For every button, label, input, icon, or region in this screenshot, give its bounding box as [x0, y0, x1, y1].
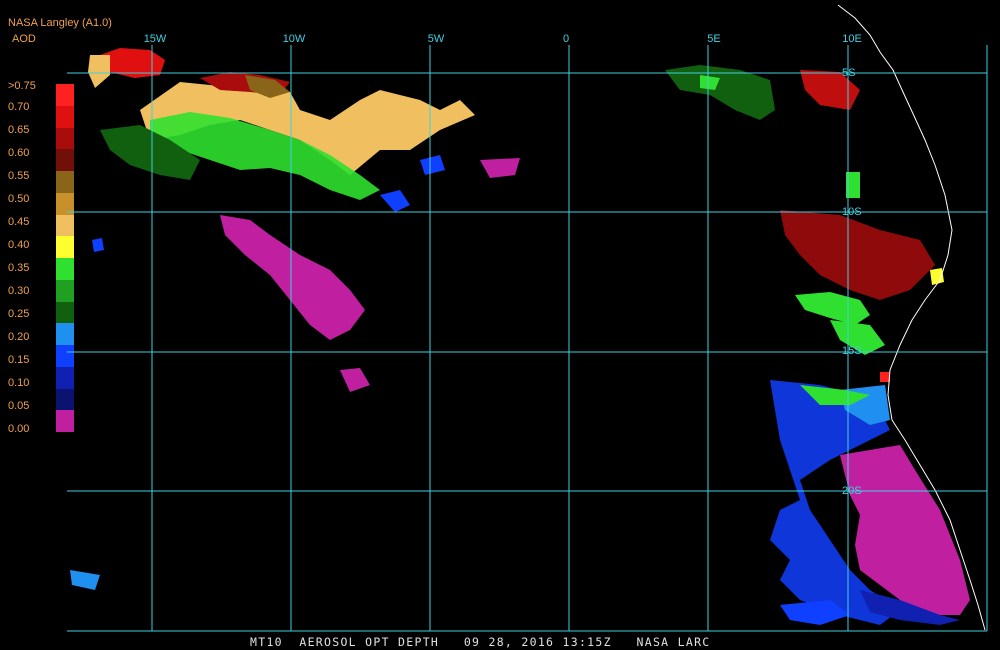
- plume-red-small: [880, 372, 890, 382]
- footer-caption: MT10 AEROSOL OPT DEPTH 09 28, 2016 13:15…: [250, 635, 711, 649]
- plume-yellow-coast: [930, 268, 944, 285]
- plume-magenta-east: [480, 158, 520, 178]
- plume-tan-nw: [88, 55, 110, 88]
- plume-magenta-south: [340, 368, 370, 392]
- plume-blue-west: [92, 238, 104, 252]
- lon-label-5e: 5E: [707, 33, 721, 45]
- lon-label-10w: 10W: [282, 33, 306, 45]
- lat-label-5s: 5S: [842, 67, 856, 79]
- lat-label-15s: 15S: [842, 345, 862, 357]
- plume-blue-mid: [420, 155, 445, 175]
- aod-map: [67, 4, 988, 632]
- lat-label-10s: 10S: [842, 206, 862, 218]
- plume-red-coast: [780, 210, 935, 300]
- plume-magenta-trail: [220, 215, 365, 340]
- lon-label-15w: 15W: [143, 33, 167, 45]
- lon-label-10e: 10E: [842, 33, 862, 45]
- plume-green-coast: [795, 292, 870, 325]
- lat-label-20s: 20S: [842, 485, 862, 497]
- lon-label-0: 0: [562, 33, 570, 45]
- aerosol-field: [70, 48, 970, 625]
- plume-lightblue-sw: [70, 570, 100, 590]
- lon-label-5w: 5W: [427, 33, 445, 45]
- plume-blue-center: [380, 190, 410, 212]
